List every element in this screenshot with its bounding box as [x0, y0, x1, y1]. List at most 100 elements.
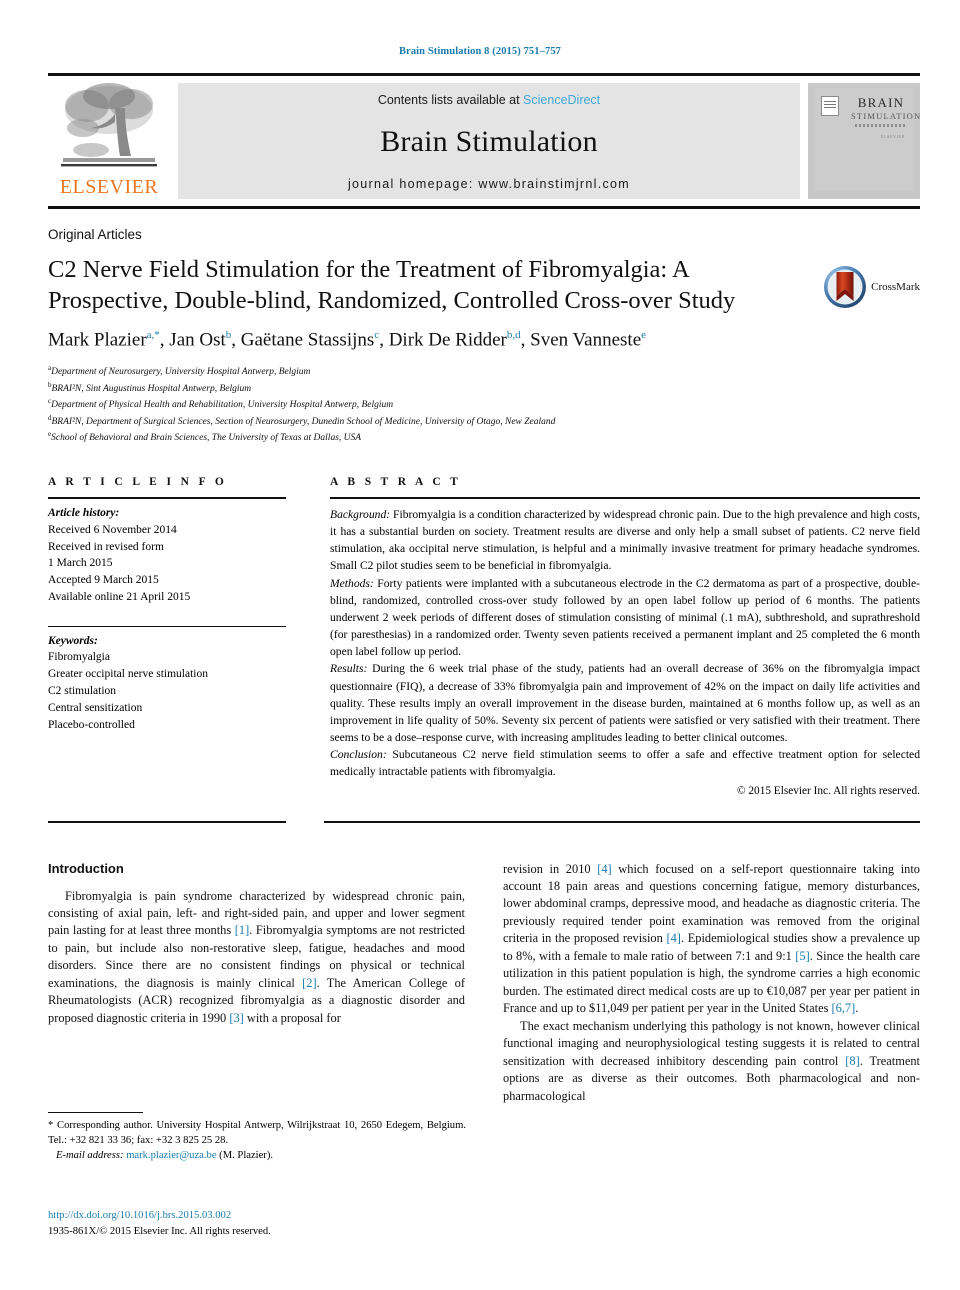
keyword-item: C2 stimulation: [48, 685, 117, 698]
abstract-rule: [330, 497, 920, 500]
affiliation-item: aDepartment of Neurosurgery, University …: [48, 363, 920, 380]
journal-title: Brain Stimulation: [380, 125, 598, 158]
body-rule-left: [48, 820, 286, 823]
affiliation-item: dBRAI²N, Department of Surgical Sciences…: [48, 413, 920, 430]
abstract-copyright: © 2015 Elsevier Inc. All rights reserved…: [736, 784, 920, 797]
abstract-column: A B S T R A C T Background: Fibromyalgia…: [330, 476, 920, 797]
page-title: C2 Nerve Field Stimulation for the Treat…: [48, 256, 736, 314]
article-history-label: Article history:: [48, 507, 120, 520]
author-list: Mark Plaziera,*, Jan Ostb, Gaëtane Stass…: [48, 328, 647, 351]
paragraph: revision in 2010 [4] which focused on a …: [503, 861, 920, 1016]
abstract-results-text: During the 6 week trial phase of the stu…: [330, 662, 920, 745]
corresponding-author-footnote: * Corresponding author. University Hospi…: [48, 1112, 466, 1163]
introduction-text-left: Fibromyalgia is pain syndrome characteri…: [48, 888, 465, 1028]
introduction-heading: Introduction: [48, 860, 124, 876]
affiliation-item: cDepartment of Physical Health and Rehab…: [48, 396, 920, 413]
abstract-conclusion-text: Subcutaneous C2 nerve field stimulation …: [330, 748, 920, 779]
introduction-text-right: revision in 2010 [4] which focused on a …: [503, 861, 920, 1106]
citation-ref[interactable]: [8]: [845, 1054, 859, 1068]
affiliation-item: bBRAI²N, Sint Augustinus Hospital Antwer…: [48, 380, 920, 397]
article-header: Original Articles C2 Nerve Field Stimula…: [48, 227, 920, 446]
info-abstract-block: A R T I C L E I N F O Article history: R…: [48, 476, 920, 797]
abstract-background-label: Background:: [330, 508, 391, 522]
cover-elsevier-logo-icon: [821, 96, 839, 116]
body-top-rules: [48, 820, 920, 823]
citation-ref[interactable]: [5]: [795, 949, 809, 963]
email-suffix: (M. Plazier).: [216, 1150, 274, 1162]
body-column-right: revision in 2010 [4] which focused on a …: [503, 861, 920, 1106]
footnote-text: * Corresponding author. University Hospi…: [48, 1118, 466, 1163]
crossmark-icon: [824, 266, 867, 308]
history-item: Accepted 9 March 2015: [48, 574, 159, 587]
abstract-methods-label: Methods:: [330, 576, 374, 590]
article-info-rule: [48, 497, 286, 500]
email-link[interactable]: mark.plazier@uza.be: [126, 1150, 216, 1161]
keywords-list: Keywords: Fibromyalgia Greater occipital…: [48, 633, 330, 734]
journal-homepage-line[interactable]: journal homepage: www.brainstimjrnl.com: [348, 177, 630, 191]
article-info-label: A R T I C L E I N F O: [48, 476, 228, 489]
keyword-item: Greater occipital nerve stimulation: [48, 668, 208, 681]
article-history: Article history: Received 6 November 201…: [48, 505, 330, 606]
history-item: Available online 21 April 2015: [48, 590, 191, 603]
citation-ref[interactable]: [3]: [229, 1011, 243, 1025]
elsevier-logo: ELSEVIER: [48, 76, 170, 206]
keyword-item: Placebo-controlled: [48, 718, 135, 731]
abstract-methods-text: Forty patients were implanted with a sub…: [330, 576, 920, 659]
keyword-item: Fibromyalgia: [48, 651, 110, 664]
affiliation-text: School of Behavioral and Brain Sciences,…: [51, 433, 362, 444]
journal-article-page: Brain Stimulation 8 (2015) 751–757 ELSEV…: [0, 0, 960, 1290]
corresponding-author-text: * Corresponding author. University Hospi…: [48, 1120, 466, 1147]
cover-small-note: ELSEVIER: [880, 134, 905, 139]
affiliation-text: Department of Neurosurgery, University H…: [51, 367, 311, 378]
journal-cover-thumbnail[interactable]: BRAIN STIMULATION ELSEVIER: [808, 83, 920, 199]
abstract-background: Background: Fibromyalgia is a condition …: [330, 506, 920, 575]
affiliation-list: aDepartment of Neurosurgery, University …: [48, 363, 920, 446]
doi-link[interactable]: http://dx.doi.org/10.1016/j.brs.2015.03.…: [48, 1208, 271, 1224]
issn-copyright-line: 1935-861X/© 2015 Elsevier Inc. All right…: [48, 1225, 271, 1237]
article-section-kind: Original Articles: [48, 227, 142, 242]
abstract-conclusion-label: Conclusion:: [330, 748, 387, 762]
keyword-item: Central sensitization: [48, 701, 143, 714]
body-column-left: Introduction Fibromyalgia is pain syndro…: [48, 861, 465, 1106]
abstract-results-label: Results:: [330, 662, 368, 676]
citation-ref[interactable]: [2]: [302, 976, 316, 990]
cover-title-line2: STIMULATION: [851, 111, 922, 121]
email-label: E-mail address:: [55, 1150, 124, 1162]
history-item: 1 March 2015: [48, 557, 113, 570]
paragraph: The exact mechanism underlying this path…: [503, 1018, 920, 1103]
affiliation-text: BRAI²N, Sint Augustinus Hospital Antwerp…: [51, 383, 252, 394]
abstract-label: A B S T R A C T: [330, 476, 462, 489]
journal-masthead: ELSEVIER Contents lists available at Sci…: [48, 73, 920, 209]
contents-prefix: Contents lists available at: [377, 93, 524, 107]
abstract-results: Results: During the 6 week trial phase o…: [330, 660, 920, 746]
history-item: Received 6 November 2014: [48, 523, 177, 536]
contents-lists-line: Contents lists available at ScienceDirec…: [378, 93, 600, 107]
abstract-conclusion: Conclusion: Subcutaneous C2 nerve field …: [330, 746, 920, 780]
sciencedirect-link[interactable]: ScienceDirect: [523, 93, 600, 107]
body-two-columns: Introduction Fibromyalgia is pain syndro…: [48, 861, 920, 1106]
citation-ref[interactable]: [1]: [235, 923, 249, 937]
citation-ref[interactable]: [6,7]: [832, 1001, 856, 1015]
affiliation-item: eSchool of Behavioral and Brain Sciences…: [48, 429, 920, 446]
article-info-column: A R T I C L E I N F O Article history: R…: [48, 476, 330, 797]
elsevier-wordmark: ELSEVIER: [59, 176, 159, 198]
cover-title-line1: BRAIN: [857, 95, 905, 110]
keywords-divider: [48, 625, 286, 627]
elsevier-tree-icon: [61, 83, 157, 167]
history-item: Received in revised form: [48, 540, 164, 553]
paragraph: Fibromyalgia is pain syndrome characteri…: [48, 888, 465, 1025]
abstract-body: Background: Fibromyalgia is a condition …: [330, 506, 920, 781]
affiliation-text: BRAI²N, Department of Surgical Sciences,…: [51, 416, 556, 427]
body-rule-right: [324, 820, 920, 823]
crossmark-label: CrossMark: [871, 281, 920, 293]
abstract-background-text: Fibromyalgia is a condition characterize…: [330, 508, 920, 573]
body-block: Introduction Fibromyalgia is pain syndro…: [48, 820, 920, 1106]
affiliation-text: Department of Physical Health and Rehabi…: [51, 400, 394, 411]
masthead-contents-panel: Contents lists available at ScienceDirec…: [178, 83, 800, 199]
crossmark-badge[interactable]: CrossMark: [823, 265, 920, 309]
cover-divider: [855, 124, 907, 127]
keywords-label: Keywords:: [48, 634, 98, 647]
citation-ref[interactable]: [4]: [666, 931, 680, 945]
citation-ref[interactable]: [4]: [597, 862, 611, 876]
doi-block: http://dx.doi.org/10.1016/j.brs.2015.03.…: [48, 1208, 271, 1240]
